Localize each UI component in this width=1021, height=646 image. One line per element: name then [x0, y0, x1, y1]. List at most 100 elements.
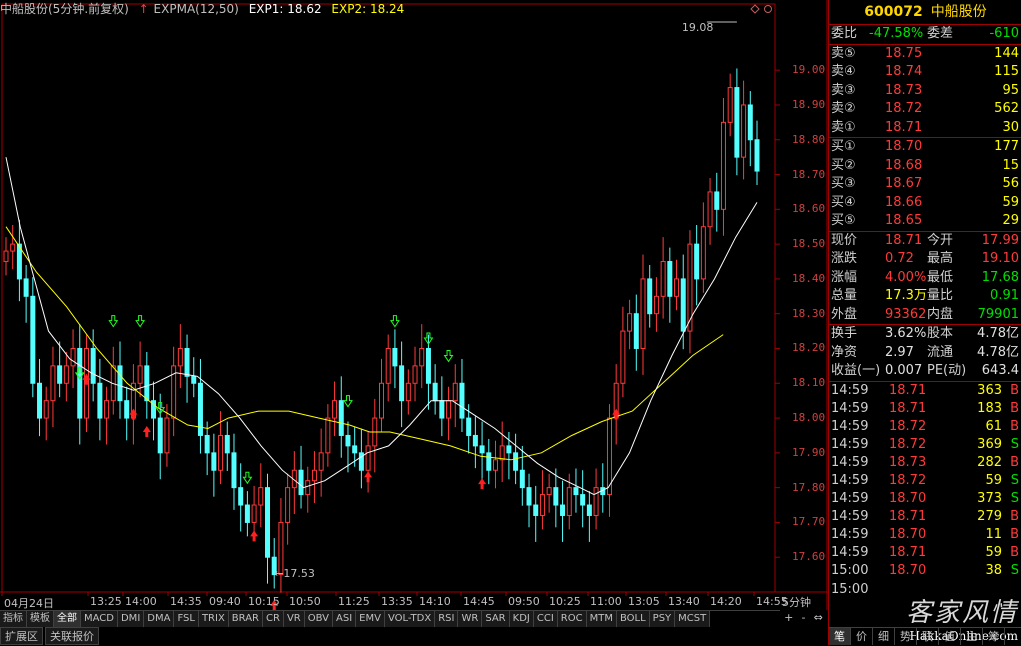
candle-down	[479, 445, 485, 454]
candle-up	[640, 278, 646, 349]
weicha-value: -610	[989, 26, 1019, 41]
zoom-button[interactable]: ⇔	[814, 610, 823, 626]
tick-cell: 14:59	[831, 527, 869, 543]
zoom-button[interactable]: -	[802, 610, 806, 626]
indicator-tab[interactable]: PSY	[649, 611, 676, 627]
indicator-tab[interactable]: 全部	[54, 611, 81, 627]
indicator-tab[interactable]: DMI	[117, 611, 145, 627]
candle-down	[466, 417, 472, 436]
tick-row: 14:59 18.71 279 B	[829, 508, 1021, 526]
tick-cell: 18.72	[889, 436, 927, 452]
x-tick-label: 10:50	[289, 595, 321, 608]
indicator-tab[interactable]: MCST	[675, 611, 711, 627]
indicator-tab[interactable]: CCI	[533, 611, 558, 627]
candle-down	[224, 434, 230, 454]
bottom-tab[interactable]: 关联报价	[45, 627, 99, 645]
quote-stats: 现价 18.71 今开 17.99 涨跌 0.72 最高 19.10 涨幅 4.00% 最低 17.6…	[829, 230, 1021, 325]
indicator-tab[interactable]: BOLL	[616, 611, 650, 627]
indicator-tab[interactable]: VOL-TDX	[384, 611, 436, 627]
tick-cell: 38	[985, 563, 1002, 579]
indicator-tab[interactable]: ASI	[333, 611, 357, 627]
stock-name: 中船股份	[930, 4, 987, 20]
candle-up	[104, 400, 110, 419]
panel-tab[interactable]: 主	[961, 628, 983, 645]
tick-cell: 14:59	[831, 400, 869, 416]
indicator-tab[interactable]: ROC	[557, 611, 587, 627]
y-tick-label: 18.90	[792, 97, 826, 111]
y-tick-label: 18.20	[792, 341, 826, 355]
candle-up	[251, 504, 257, 523]
candle-down	[238, 487, 244, 506]
indicator-tab[interactable]: 模板	[27, 611, 54, 627]
candle-down	[57, 365, 63, 384]
zoom-controls[interactable]: + - ⇔	[780, 610, 827, 626]
indicator-name: EXPMA(12,50)	[153, 2, 239, 16]
x-tick-label: 14:35	[170, 595, 202, 608]
tick-cell: B	[1010, 400, 1019, 416]
level-price: 18.70	[885, 139, 923, 154]
panel-tab[interactable]: 势	[895, 628, 917, 645]
indicator-tab[interactable]: DMA	[144, 611, 175, 627]
candle-up	[593, 487, 599, 516]
quote-cell: 量比	[927, 288, 954, 303]
indicator-tab[interactable]: WR	[458, 611, 483, 627]
x-tick-label: 11:25	[338, 595, 370, 608]
tick-cell: 14:59	[831, 454, 869, 470]
indicator-tab[interactable]: KDJ	[509, 611, 534, 627]
candle-down	[204, 434, 210, 454]
candle-up	[285, 487, 291, 523]
y-tick-label: 18.80	[792, 132, 826, 146]
tick-cell: 11	[985, 527, 1002, 543]
candle-up	[452, 382, 458, 402]
panel-tab[interactable]: 笔	[829, 628, 851, 645]
tick-cell: S	[1010, 491, 1019, 507]
tick-cell: 369	[977, 436, 1002, 452]
panel-tab[interactable]: 联	[917, 628, 939, 645]
indicator-tab[interactable]: 指标	[0, 611, 27, 627]
period-label[interactable]: 5分钟	[782, 594, 811, 610]
bottom-tab[interactable]: 扩展区	[0, 627, 43, 645]
candle-down	[694, 243, 700, 280]
quote-row: 总量 17.3万 量比 0.91	[829, 287, 1021, 306]
candlestick-chart[interactable]: 19.08 ←17.53	[0, 0, 828, 610]
candle-up	[365, 445, 371, 471]
candle-up	[218, 434, 224, 471]
candle-down	[352, 445, 358, 454]
indicator-tab[interactable]: SAR	[482, 611, 510, 627]
candle-down	[472, 434, 478, 447]
indicator-tab[interactable]: CR	[263, 611, 284, 627]
panel-tab[interactable]: 细	[873, 628, 895, 645]
indicator-tab[interactable]: BRAR	[228, 611, 263, 627]
candle-up	[164, 417, 170, 454]
tick-list[interactable]: 14:59 18.71 363 B 14:59 18.71 183 B 14:59 18.72 61…	[829, 380, 1021, 599]
quote-cell: 4.00%	[885, 269, 927, 285]
tick-cell: 18.71	[889, 509, 927, 525]
panel-tab[interactable]: 价	[851, 628, 873, 645]
finance-cell: 换手	[831, 326, 858, 341]
indicator-tab[interactable]: OBV	[304, 611, 333, 627]
indicator-tab[interactable]: TRIX	[198, 611, 229, 627]
indicator-tab[interactable]: FSL	[174, 611, 199, 627]
x-tick-label: 14:20	[710, 595, 742, 608]
panel-tab[interactable]: 筹	[983, 628, 1005, 645]
candle-down	[647, 278, 653, 315]
indicator-tab[interactable]: VR	[283, 611, 305, 627]
stock-code: 600072	[864, 4, 923, 20]
indicator-tab[interactable]: EMV	[356, 611, 385, 627]
quote-cell: 0.91	[990, 288, 1019, 303]
level-price: 18.73	[885, 82, 923, 98]
y-tick-label: 18.00	[792, 411, 826, 425]
indicator-tab[interactable]: MACD	[81, 611, 118, 627]
exp2-line	[5, 226, 724, 461]
panel-tab[interactable]: 值	[939, 628, 961, 645]
indicator-tab[interactable]: RSI	[435, 611, 459, 627]
zoom-button[interactable]: +	[784, 610, 793, 626]
indicator-tab[interactable]: MTM	[586, 611, 617, 627]
candle-down	[399, 365, 405, 402]
candle-down	[345, 434, 351, 447]
level-price: 18.71	[885, 119, 923, 135]
weibi-row: 委比 -47.58% 委差 -610	[829, 24, 1021, 44]
tick-row: 14:59 18.71 363 B	[829, 382, 1021, 400]
candle-down	[211, 452, 217, 471]
x-tick-label: 14:10	[419, 595, 451, 608]
